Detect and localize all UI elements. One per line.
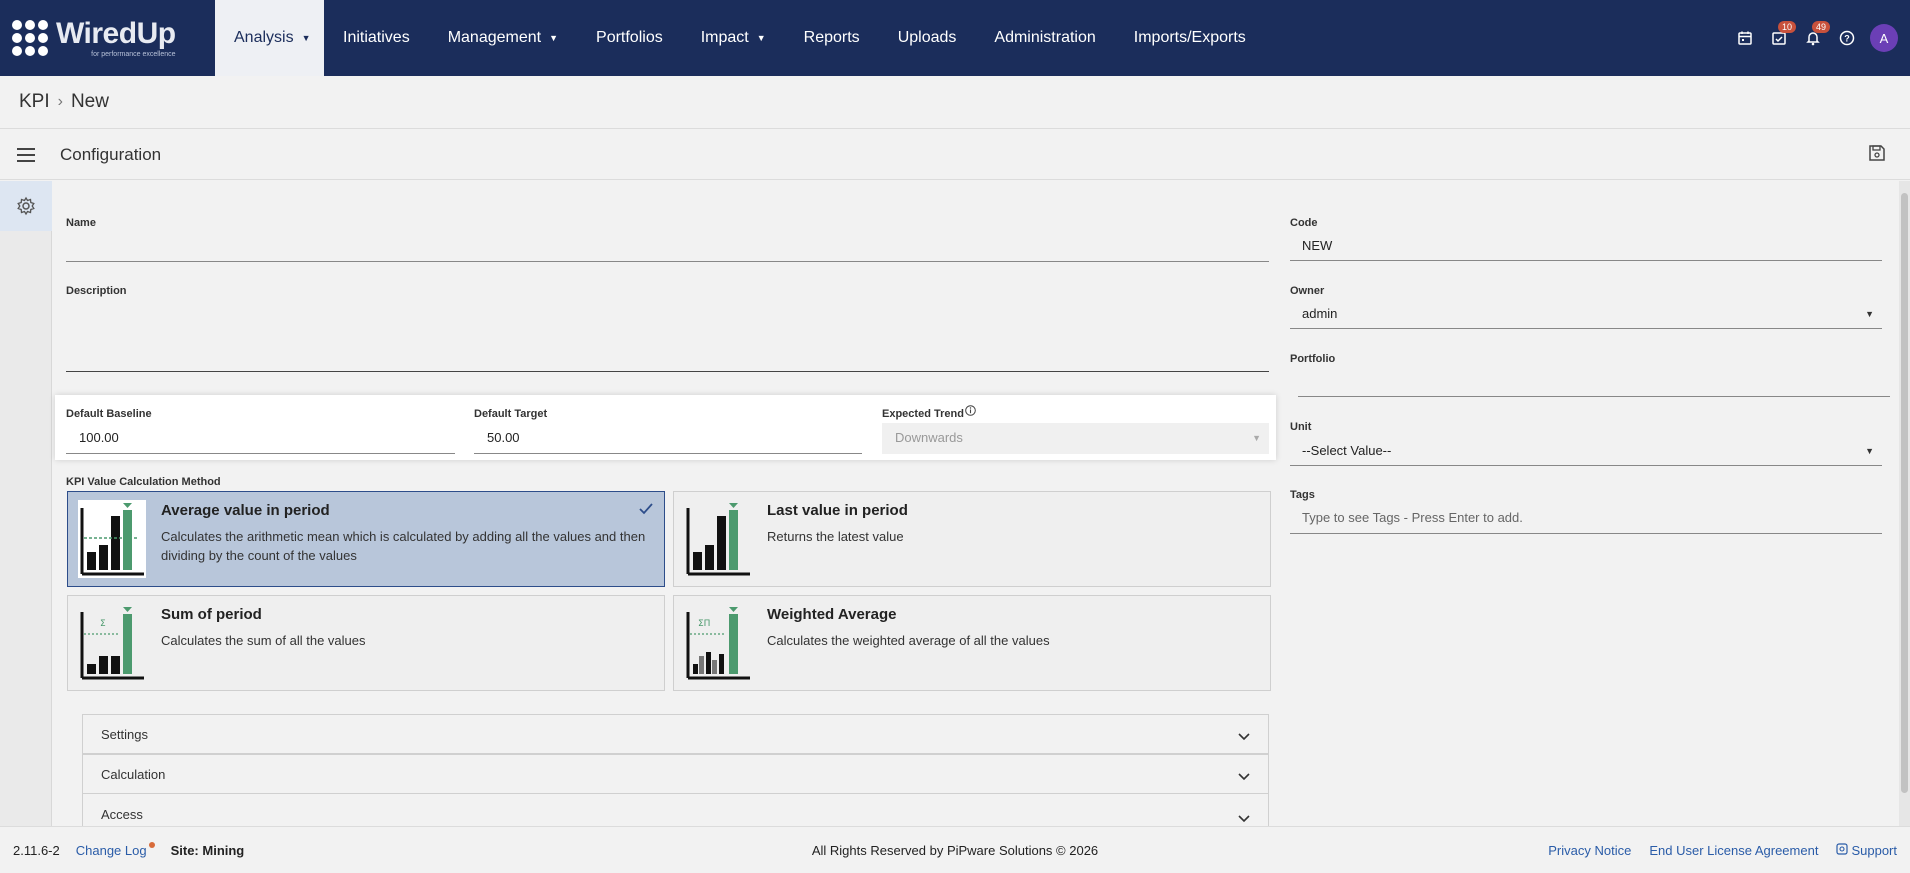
caret-down-icon: ▼ bbox=[1252, 433, 1261, 443]
accordion-calculation[interactable]: Calculation bbox=[82, 754, 1269, 794]
calendar-icon[interactable] bbox=[1728, 21, 1762, 55]
new-indicator-dot bbox=[148, 842, 155, 848]
gear-icon[interactable] bbox=[0, 181, 52, 231]
caret-down-icon: ▼ bbox=[1865, 446, 1874, 456]
logo-title: WiredUp bbox=[56, 16, 176, 50]
sum-chart-icon: Σ bbox=[78, 604, 146, 682]
default-baseline-input[interactable]: 100.00 bbox=[66, 423, 455, 454]
configuration-header: Configuration bbox=[0, 130, 1910, 180]
accordion-access[interactable]: Access bbox=[82, 793, 1269, 826]
support-icon bbox=[1836, 842, 1849, 858]
name-input[interactable] bbox=[66, 235, 1269, 262]
help-icon[interactable]: ? bbox=[1830, 21, 1864, 55]
card-description: Returns the latest value bbox=[767, 529, 904, 544]
card-title: Average value in period bbox=[161, 502, 330, 519]
eula-link[interactable]: End User License Agreement bbox=[1649, 843, 1818, 858]
nav-item-uploads[interactable]: Uploads bbox=[879, 0, 976, 76]
privacy-notice-link[interactable]: Privacy Notice bbox=[1548, 843, 1631, 858]
nav-item-analysis[interactable]: Analysis ▼ bbox=[215, 0, 324, 76]
info-icon[interactable] bbox=[965, 403, 976, 421]
svg-text:?: ? bbox=[1844, 34, 1850, 44]
nav-item-administration[interactable]: Administration bbox=[975, 0, 1114, 76]
breadcrumb-current: New bbox=[70, 91, 109, 112]
weighted-average-chart-icon: ΣΠ bbox=[684, 604, 752, 682]
chevron-down-icon bbox=[1238, 811, 1250, 826]
tasks-badge: 10 bbox=[1777, 21, 1796, 33]
logo-dots-icon bbox=[12, 20, 48, 56]
side-rail bbox=[0, 181, 52, 826]
nav-item-management[interactable]: Management ▼ bbox=[429, 0, 577, 76]
save-icon[interactable] bbox=[1868, 144, 1886, 167]
description-textarea[interactable] bbox=[66, 300, 1269, 372]
default-baseline-label: Default Baseline bbox=[66, 408, 152, 420]
portfolio-input[interactable] bbox=[1298, 366, 1890, 397]
code-input[interactable]: NEW bbox=[1290, 231, 1882, 261]
card-description: Calculates the sum of all the values bbox=[161, 633, 366, 648]
nav-item-imports-exports[interactable]: Imports/Exports bbox=[1115, 0, 1265, 76]
scrollbar-thumb[interactable] bbox=[1901, 193, 1908, 793]
logo-tagline: for performance excellence bbox=[91, 50, 176, 58]
accordion-settings[interactable]: Settings bbox=[82, 714, 1269, 754]
calc-method-weighted-average[interactable]: ΣΠ Weighted Average Calculates the weigh… bbox=[673, 595, 1271, 691]
card-description: Calculates the weighted average of all t… bbox=[767, 633, 1050, 648]
bell-icon[interactable]: 49 bbox=[1796, 21, 1830, 55]
site-label: Site: Mining bbox=[170, 842, 245, 858]
caret-down-icon: ▼ bbox=[756, 33, 766, 43]
card-title: Last value in period bbox=[767, 502, 908, 519]
breadcrumb-kpi[interactable]: KPI bbox=[19, 91, 50, 113]
calc-method-sum[interactable]: Σ Sum of period Calculates the sum of al… bbox=[67, 595, 665, 691]
task-check-icon[interactable]: 10 bbox=[1762, 21, 1796, 55]
breadcrumb: KPI › New bbox=[0, 76, 1910, 129]
caret-down-icon: ▼ bbox=[301, 33, 311, 43]
average-chart-icon bbox=[78, 500, 146, 578]
svg-text:Σ: Σ bbox=[100, 619, 106, 629]
tags-label: Tags bbox=[1290, 489, 1315, 501]
card-description: Calculates the arithmetic mean which is … bbox=[161, 529, 646, 563]
checkmark-icon bbox=[638, 502, 654, 521]
nav-item-portfolios[interactable]: Portfolios bbox=[577, 0, 682, 76]
owner-label: Owner bbox=[1290, 285, 1325, 297]
portfolio-label: Portfolio bbox=[1290, 353, 1336, 365]
default-target-input[interactable]: 50.00 bbox=[474, 423, 862, 454]
expected-trend-label: Expected Trend bbox=[882, 408, 964, 420]
code-label: Code bbox=[1290, 217, 1318, 229]
nav-item-initiatives[interactable]: Initiatives bbox=[324, 0, 429, 76]
default-target-label: Default Target bbox=[474, 408, 548, 420]
caret-down-icon: ▼ bbox=[1865, 309, 1874, 319]
section-title: Configuration bbox=[60, 144, 162, 164]
notifications-badge: 49 bbox=[1811, 21, 1830, 33]
unit-select[interactable]: --Select Value-- ▼ bbox=[1290, 436, 1882, 466]
svg-text:ΣΠ: ΣΠ bbox=[698, 619, 710, 629]
description-label: Description bbox=[66, 285, 127, 297]
change-log-link[interactable]: Change Log bbox=[76, 843, 147, 858]
owner-select[interactable]: admin ▼ bbox=[1290, 299, 1882, 329]
tags-input[interactable]: Type to see Tags - Press Enter to add. bbox=[1290, 503, 1882, 534]
card-title: Weighted Average bbox=[767, 606, 897, 623]
version-text: 2.11.6-2 bbox=[13, 842, 60, 858]
last-value-chart-icon bbox=[684, 500, 752, 578]
hamburger-menu-icon[interactable] bbox=[0, 144, 52, 166]
calc-method-average[interactable]: Average value in period Calculates the a… bbox=[67, 491, 665, 587]
calc-method-label: KPI Value Calculation Method bbox=[66, 476, 221, 488]
user-avatar[interactable]: A bbox=[1870, 24, 1898, 52]
name-label: Name bbox=[66, 217, 96, 229]
caret-down-icon: ▼ bbox=[549, 33, 559, 43]
card-title: Sum of period bbox=[161, 606, 262, 623]
chevron-down-icon bbox=[1238, 729, 1250, 744]
expected-trend-select[interactable]: Downwards ▼ bbox=[882, 423, 1269, 454]
unit-label: Unit bbox=[1290, 421, 1312, 433]
nav-item-impact[interactable]: Impact ▼ bbox=[682, 0, 785, 76]
calc-method-last-value[interactable]: Last value in period Returns the latest … bbox=[673, 491, 1271, 587]
main-scrollbar[interactable] bbox=[1899, 181, 1910, 826]
chevron-down-icon bbox=[1238, 769, 1250, 784]
chevron-right-icon: › bbox=[57, 93, 63, 110]
app-logo[interactable]: WiredUp for performance excellence bbox=[0, 0, 215, 76]
top-navigation-bar: WiredUp for performance excellence Analy… bbox=[0, 0, 1910, 76]
support-link[interactable]: Support bbox=[1836, 843, 1897, 858]
nav-item-reports[interactable]: Reports bbox=[785, 0, 879, 76]
footer: All Rights Reserved by PiPware Solutions… bbox=[0, 826, 1910, 873]
